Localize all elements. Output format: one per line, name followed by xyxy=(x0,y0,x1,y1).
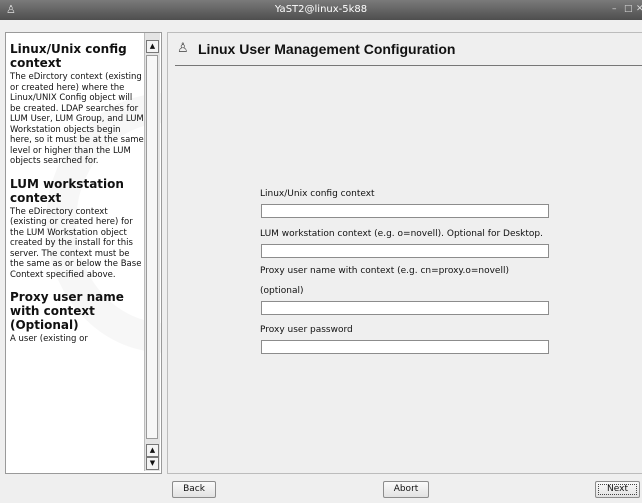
proxy-password-input[interactable] xyxy=(261,340,549,354)
proxy-user-input[interactable] xyxy=(261,301,549,315)
minimize-icon[interactable]: – xyxy=(612,4,617,14)
page-title: Linux User Management Configuration xyxy=(198,41,456,57)
close-icon[interactable]: ✕ xyxy=(636,4,642,14)
help-pane[interactable]: Linux/Unix config context The eDirctory … xyxy=(5,32,162,474)
user-management-icon: ♙ xyxy=(177,41,189,56)
proxy-password-label: Proxy user password xyxy=(260,325,353,335)
window-title: YaST2@linux-5k88 xyxy=(274,4,368,15)
workstation-context-label: LUM workstation context (e.g. o=novell).… xyxy=(260,229,543,239)
abort-button[interactable]: Abort xyxy=(383,481,429,498)
help-heading: Linux/Unix config context xyxy=(10,42,127,70)
proxy-user-optional-label: (optional) xyxy=(260,286,304,296)
main-panel: ♙ Linux User Management Configuration Li… xyxy=(167,32,642,474)
header-divider xyxy=(175,65,642,66)
config-context-label: Linux/Unix config context xyxy=(260,189,375,199)
proxy-user-label: Proxy user name with context (e.g. cn=pr… xyxy=(260,266,509,276)
help-heading: Proxy user name with context (Optional) xyxy=(10,290,124,332)
maximize-icon[interactable]: □ xyxy=(624,4,633,14)
scroll-thumb[interactable] xyxy=(146,55,158,439)
workstation-context-input[interactable] xyxy=(261,244,549,258)
window-titlebar[interactable]: ♙ YaST2@linux-5k88 – □ ✕ xyxy=(0,0,642,20)
scroll-up-icon[interactable]: ▲ xyxy=(146,40,159,53)
help-heading: LUM workstation context xyxy=(10,176,124,205)
next-button[interactable]: Next xyxy=(595,481,640,498)
scroll-up-icon[interactable]: ▲ xyxy=(146,444,159,457)
help-text: A user (existing or xyxy=(10,334,88,344)
help-content: Linux/Unix config context The eDirctory … xyxy=(10,42,144,355)
help-scrollbar[interactable]: ▲ ▲ ▼ xyxy=(144,33,160,471)
help-text: The eDirctory context (existing or creat… xyxy=(10,72,144,166)
config-context-input[interactable] xyxy=(261,204,549,218)
back-button[interactable]: Back xyxy=(172,481,216,498)
scroll-down-icon[interactable]: ▼ xyxy=(146,457,159,470)
help-text: The eDirectory context (existing or crea… xyxy=(10,206,142,280)
